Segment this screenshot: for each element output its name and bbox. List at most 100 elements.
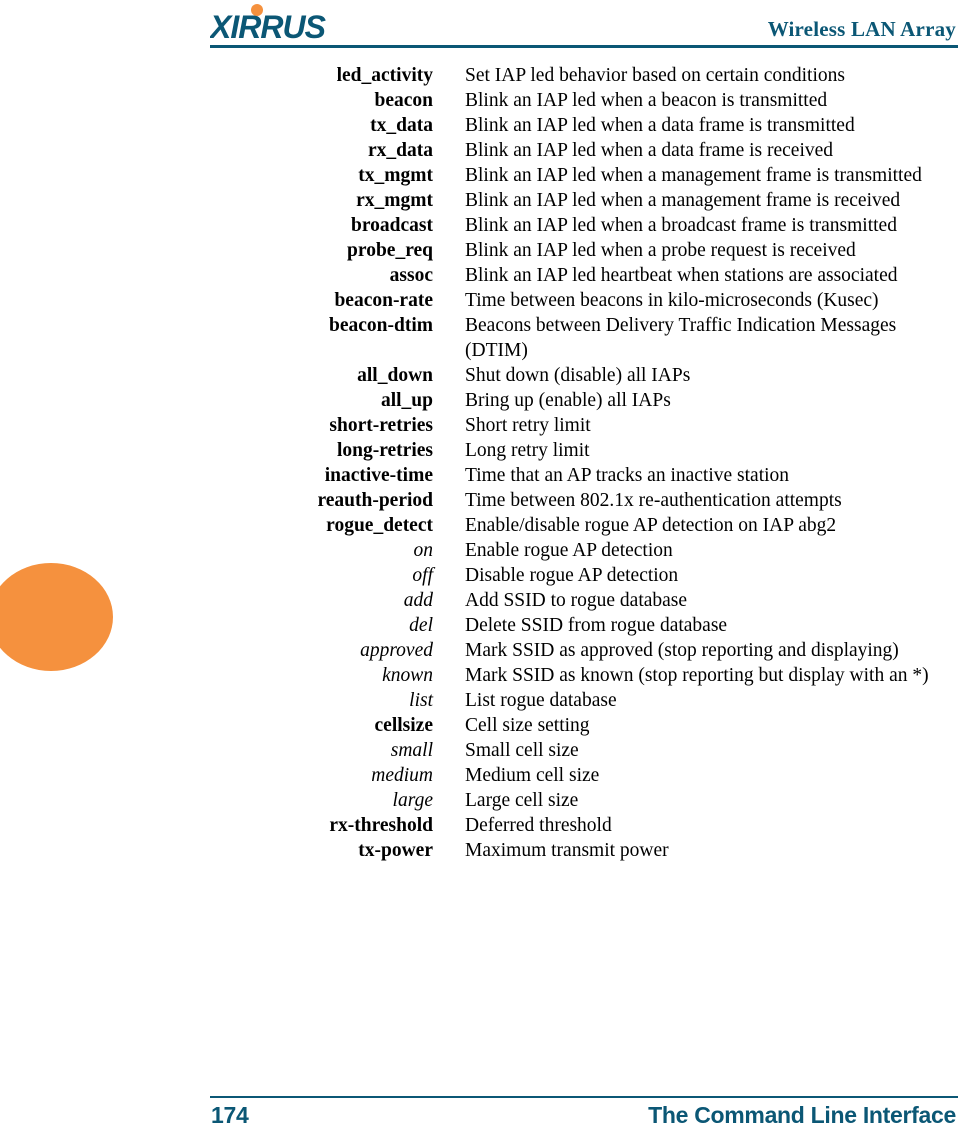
- command-row: beacon-rate Time between beacons in kilo-…: [0, 288, 958, 313]
- command-term: rx-threshold: [329, 815, 433, 836]
- command-term: rx_mgmt: [356, 190, 433, 211]
- command-row: small Small cell size: [0, 738, 958, 763]
- command-row: all_down Shut down (disable) all IAPs: [0, 363, 958, 388]
- command-description: Blink an IAP led when a beacon is transm…: [465, 90, 828, 111]
- command-description: Blink an IAP led when a management frame…: [465, 190, 901, 211]
- command-term: inactive-time: [324, 465, 433, 486]
- command-description: Blink an IAP led when a probe request is…: [465, 240, 856, 261]
- command-row: rx-threshold Deferred threshold: [0, 813, 958, 838]
- command-row: list List rogue database: [0, 688, 958, 713]
- command-description: Cell size setting: [465, 715, 590, 736]
- command-term: long-retries: [336, 440, 433, 461]
- footer-divider: [210, 1096, 958, 1098]
- command-description: Time between beacons in kilo-microsecond…: [465, 290, 879, 311]
- command-row: approved Mark SSID as approved (stop repo…: [0, 638, 958, 663]
- command-term: medium: [371, 765, 433, 786]
- command-row: rx_data Blink an IAP led when a data fram…: [0, 138, 958, 163]
- command-row: off Disable rogue AP detection: [0, 563, 958, 588]
- command-description: Set IAP led behavior based on certain co…: [465, 65, 845, 86]
- command-term: all_up: [380, 390, 433, 411]
- command-term: assoc: [389, 265, 433, 286]
- command-description: Shut down (disable) all IAPs: [465, 365, 691, 386]
- command-description: Add SSID to rogue database: [465, 590, 688, 611]
- svg-text:XIRRUS: XIRRUS: [210, 9, 327, 42]
- command-description: Time between 802.1x re-authentication at…: [465, 490, 842, 511]
- command-term: reauth-period: [317, 490, 433, 511]
- command-description: Large cell size: [465, 790, 579, 811]
- command-term: tx_mgmt: [358, 165, 433, 186]
- command-term: tx_data: [370, 115, 433, 136]
- xirrus-logo: XIRRUS: [210, 4, 382, 42]
- command-description: List rogue database: [465, 690, 617, 711]
- command-term: tx-power: [358, 840, 433, 861]
- command-row: rogue_detect Enable/disable rogue AP dete…: [0, 513, 958, 538]
- command-description: Small cell size: [465, 740, 579, 761]
- command-description: Enable rogue AP detection: [465, 540, 673, 561]
- command-term: short-retries: [329, 415, 433, 436]
- command-description: Disable rogue AP detection: [465, 565, 679, 586]
- command-term: approved: [360, 640, 433, 661]
- command-term: beacon-rate: [334, 290, 433, 311]
- command-row: rx_mgmt Blink an IAP led when a managemen…: [0, 188, 958, 213]
- command-term: del: [409, 615, 433, 636]
- command-description: Blink an IAP led when a management frame…: [465, 165, 922, 186]
- command-description: Enable/disable rogue AP detection on IAP…: [465, 515, 837, 536]
- command-term: list: [409, 690, 433, 711]
- command-row: short-retries Short retry limit: [0, 413, 958, 438]
- command-row: del Delete SSID from rogue database: [0, 613, 958, 638]
- command-term: on: [413, 540, 434, 561]
- command-description: Short retry limit: [465, 415, 591, 436]
- command-description: Long retry limit: [465, 440, 590, 461]
- command-row: reauth-period Time between 802.1x re-auth…: [0, 488, 958, 513]
- command-description: Bring up (enable) all IAPs: [465, 390, 671, 411]
- command-reference-list: led_activity Set IAP led behavior based o…: [0, 63, 958, 863]
- command-term: cellsize: [374, 715, 433, 736]
- command-row: tx-power Maximum transmit power: [0, 838, 958, 863]
- command-description: Blink an IAP led when a broadcast frame …: [465, 215, 897, 236]
- command-term: large: [392, 790, 433, 811]
- command-row: beacon Blink an IAP led when a beacon is …: [0, 88, 958, 113]
- command-description: Mark SSID as approved (stop reporting an…: [465, 640, 899, 661]
- command-term: beacon: [374, 90, 434, 111]
- command-row: add Add SSID to rogue database: [0, 588, 958, 613]
- command-row: cellsize Cell size setting: [0, 713, 958, 738]
- command-term: rx_data: [368, 140, 433, 161]
- command-description: Blink an IAP led when a data frame is re…: [465, 140, 834, 161]
- command-row: known Mark SSID as known (stop reporting …: [0, 663, 958, 688]
- command-row: inactive-time Time that an AP tracks an i…: [0, 463, 958, 488]
- command-description: Blink an IAP led heartbeat when stations…: [465, 265, 898, 286]
- command-term: rogue_detect: [326, 515, 433, 536]
- command-term: broadcast: [351, 215, 433, 236]
- footer-section-title: The Command Line Interface: [648, 1102, 956, 1128]
- command-description: Delete SSID from rogue database: [465, 615, 728, 636]
- command-description: Medium cell size: [465, 765, 600, 786]
- command-term: led_activity: [336, 65, 433, 86]
- command-row: assoc Blink an IAP led heartbeat when sta…: [0, 263, 958, 288]
- command-row: tx_mgmt Blink an IAP led when a managemen…: [0, 163, 958, 188]
- command-row: medium Medium cell size: [0, 763, 958, 788]
- command-row: on Enable rogue AP detection: [0, 538, 958, 563]
- command-term: add: [403, 590, 433, 611]
- command-term: probe_req: [347, 240, 433, 261]
- command-row: probe_req Blink an IAP led when a probe r…: [0, 238, 958, 263]
- command-row: all_up Bring up (enable) all IAPs: [0, 388, 958, 413]
- page-footer: 174 The Command Line Interface: [0, 1088, 958, 1134]
- command-description: Blink an IAP led when a data frame is tr…: [465, 115, 855, 136]
- command-row: large Large cell size: [0, 788, 958, 813]
- command-term: known: [382, 665, 433, 686]
- page-number: 174: [211, 1102, 249, 1128]
- command-term: all_down: [357, 365, 433, 386]
- command-row: broadcast Blink an IAP led when a broadca…: [0, 213, 958, 238]
- command-description: Time that an AP tracks an inactive stati…: [465, 465, 790, 486]
- command-row: long-retries Long retry limit: [0, 438, 958, 463]
- header-divider: [210, 45, 958, 48]
- command-term: small: [390, 740, 433, 761]
- command-row: led_activity Set IAP led behavior based o…: [0, 63, 958, 88]
- page-title: Wireless LAN Array: [767, 17, 956, 41]
- command-description: Beacons between Delivery Traffic Indicat…: [465, 315, 897, 361]
- command-term: beacon-dtim: [329, 315, 433, 336]
- command-description: Maximum transmit power: [465, 840, 669, 861]
- command-description: Deferred threshold: [465, 815, 612, 836]
- page-header: XIRRUS Wireless LAN Array: [0, 0, 958, 52]
- command-row: beacon-dtim Beacons between Delivery Traf…: [0, 313, 958, 363]
